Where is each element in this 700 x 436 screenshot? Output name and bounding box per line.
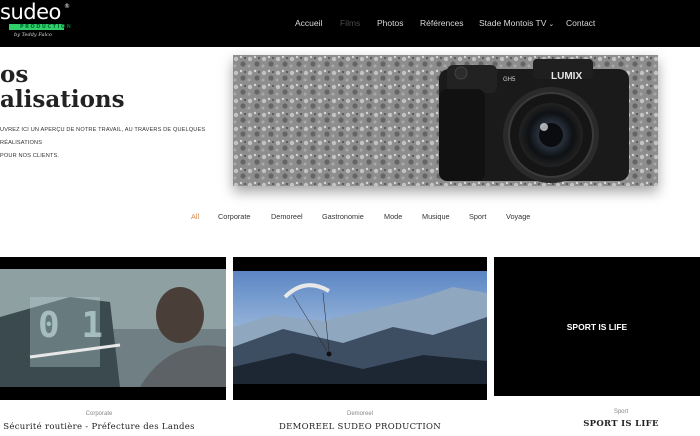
camera-brand-text: LUMIX (551, 71, 582, 82)
filter-mode[interactable]: Mode (384, 212, 402, 222)
site-header: sudeo ® PRODUCTION by Teddy Falco Accuei… (0, 0, 700, 47)
filter-voyage[interactable]: Voyage (506, 212, 530, 222)
portfolio-card-sport[interactable]: SPORT IS LIFE Sport SPORT IS LIFE (494, 257, 700, 436)
page-intro-line-1: uvrez ici un aperçu de notre travail, au… (0, 127, 206, 146)
camera-model-text: GH5 (503, 77, 516, 83)
chevron-down-icon: ⌄ (548, 21, 555, 28)
page-intro-line-2: pour nos clients. (0, 153, 60, 159)
page-title: os alisations (0, 62, 125, 112)
card-title[interactable]: SPORT IS LIFE (494, 419, 700, 430)
card-category: Corporate (85, 411, 113, 417)
filter-all[interactable]: All (191, 212, 199, 222)
card-overlay-text: SPORT IS LIFE (566, 322, 628, 332)
hero-camera-image: LUMIX GH5 (233, 55, 658, 186)
camera-photo-graphic: LUMIX GH5 (233, 55, 658, 186)
nav-item-stade-montois-tv[interactable]: Stade Montois TV ⌄ (479, 17, 554, 31)
svg-text:0 1: 0 1 (38, 305, 103, 346)
brand-production-label: PRODUCTION (20, 24, 73, 30)
filter-musique[interactable]: Musique (422, 212, 450, 222)
portfolio-card-corporate[interactable]: 0 1 Corporate Sécurité routière - Préfec… (0, 257, 226, 436)
nav-item-films[interactable]: Films (340, 17, 360, 29)
portfolio-card-demoreel[interactable]: Demoreel DEMOREEL SUDEO PRODUCTION (233, 257, 487, 436)
page-title-line-2: alisations (0, 86, 125, 113)
filter-corporate[interactable]: Corporate (218, 212, 250, 222)
filter-gastronomie[interactable]: Gastronomie (322, 212, 364, 222)
page-title-line-1: os (0, 61, 29, 88)
nav-item-stade-montois-tv-label: Stade Montois TV (479, 18, 547, 28)
brand-logo[interactable]: sudeo ® PRODUCTION by Teddy Falco (0, 0, 80, 47)
page-intro: uvrez ici un aperçu de notre travail, au… (0, 124, 226, 163)
card-category: Demoreel (346, 411, 373, 417)
filter-sport[interactable]: Sport (469, 212, 486, 222)
filter-demoreel[interactable]: Demoreel (271, 212, 303, 222)
nav-item-accueil[interactable]: Accueil (295, 17, 322, 29)
nav-item-photos[interactable]: Photos (377, 17, 403, 29)
card-thumbnail (233, 257, 487, 400)
brand-signature: by Teddy Falco (14, 32, 52, 38)
nav-item-references[interactable]: Références (420, 17, 463, 29)
card-title[interactable]: Sécurité routière - Préfecture des Lande… (0, 422, 198, 433)
card-thumbnail: 0 1 (0, 257, 226, 400)
card-category: Sport (613, 409, 629, 415)
nav-item-contact[interactable]: Contact (566, 17, 595, 29)
card-title[interactable]: DEMOREEL SUDEO PRODUCTION (233, 422, 487, 433)
category-filters: All Corporate Demoreel Gastronomie Mode … (0, 212, 700, 224)
brand-logo-word: sudeo (0, 0, 61, 24)
brand-registered-mark: ® (64, 3, 70, 10)
